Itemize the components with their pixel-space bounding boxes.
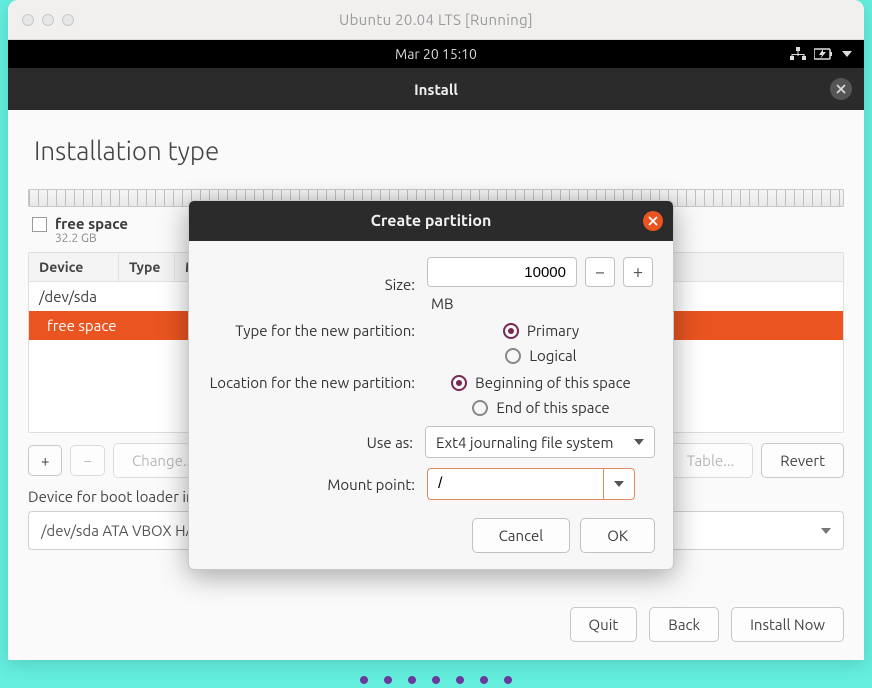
dialog-actions: Cancel OK <box>207 510 655 555</box>
installer-titlebar: Install <box>8 68 864 110</box>
useas-value: Ext4 journaling file system <box>436 434 613 451</box>
install-now-button[interactable]: Install Now <box>731 607 844 642</box>
radio-icon <box>505 348 521 364</box>
mac-traffic-lights <box>22 14 74 26</box>
host-pager-dots <box>0 676 872 684</box>
size-increment-button[interactable]: + <box>623 257 653 287</box>
add-partition-button[interactable]: + <box>28 445 62 476</box>
location-label: Location for the new partition: <box>207 374 427 391</box>
pager-dot <box>408 676 416 684</box>
topbar-status-icons[interactable] <box>790 47 852 61</box>
size-label: Size: <box>207 276 427 293</box>
location-options: Beginning of this space End of this spac… <box>427 374 655 416</box>
free-space-text: free space 32.2 GB <box>55 215 128 246</box>
create-partition-dialog: Create partition Size: − + MB Type for t… <box>188 200 674 570</box>
ok-button[interactable]: OK <box>580 518 655 553</box>
mount-control <box>427 468 655 500</box>
revert-button[interactable]: Revert <box>761 443 844 478</box>
useas-control: Ext4 journaling file system <box>425 426 655 458</box>
dialog-titlebar: Create partition <box>189 201 673 241</box>
mount-combo <box>427 468 635 500</box>
remove-partition-button[interactable]: − <box>70 445 104 476</box>
back-button[interactable]: Back <box>649 607 719 642</box>
useas-row: Use as: Ext4 journaling file system <box>207 426 655 458</box>
vm-titlebar: Ubuntu 20.04 LTS [Running] <box>8 0 864 40</box>
radio-label: Primary <box>527 322 579 339</box>
vm-window-title: Ubuntu 20.04 LTS [Running] <box>8 11 864 28</box>
mount-label: Mount point: <box>207 476 427 493</box>
pager-dot <box>384 676 392 684</box>
quit-button[interactable]: Quit <box>570 607 638 642</box>
location-row: Location for the new partition: Beginnin… <box>207 374 655 416</box>
network-icon <box>790 47 806 61</box>
installer-title: Install <box>414 81 458 98</box>
col-type[interactable]: Type <box>119 253 175 281</box>
traffic-light-zoom-icon[interactable] <box>62 14 74 26</box>
chevron-down-icon <box>634 439 644 445</box>
size-row: Size: − + MB <box>207 257 655 312</box>
installer-close-icon[interactable] <box>830 78 852 100</box>
type-primary-radio[interactable]: Primary <box>503 322 579 339</box>
partition-table-button[interactable]: Table... <box>668 443 754 478</box>
location-begin-radio[interactable]: Beginning of this space <box>451 374 631 391</box>
ubuntu-topbar: Mar 20 15:10 <box>8 40 864 68</box>
radio-label: End of this space <box>496 399 609 416</box>
chevron-down-icon <box>821 528 831 534</box>
page-title: Installation type <box>28 110 844 189</box>
chevron-down-icon <box>842 51 852 57</box>
type-label: Type for the new partition: <box>207 322 427 339</box>
pager-dot <box>456 676 464 684</box>
dialog-title: Create partition <box>371 212 492 230</box>
radio-label: Beginning of this space <box>475 374 631 391</box>
size-decrement-button[interactable]: − <box>585 257 615 287</box>
mount-row: Mount point: <box>207 468 655 500</box>
col-device[interactable]: Device <box>29 253 119 281</box>
location-end-radio[interactable]: End of this space <box>472 399 609 416</box>
footer-actions: Quit Back Install Now <box>570 607 844 642</box>
useas-label: Use as: <box>207 434 425 451</box>
mount-dropdown-button[interactable] <box>603 468 635 500</box>
pager-dot <box>480 676 488 684</box>
pager-dot <box>432 676 440 684</box>
free-space-name: free space <box>55 215 128 232</box>
type-row: Type for the new partition: Primary Logi… <box>207 322 655 364</box>
radio-icon <box>451 375 467 391</box>
size-control: − + MB <box>427 257 655 312</box>
mount-input[interactable] <box>427 468 603 500</box>
traffic-light-close-icon[interactable] <box>22 14 34 26</box>
chevron-down-icon <box>614 481 624 487</box>
dialog-close-icon[interactable] <box>643 211 663 231</box>
radio-icon <box>472 400 488 416</box>
topbar-clock: Mar 20 15:10 <box>395 46 477 62</box>
battery-icon <box>814 48 834 60</box>
radio-icon <box>503 323 519 339</box>
size-input[interactable] <box>427 257 577 287</box>
pager-dot <box>360 676 368 684</box>
useas-select[interactable]: Ext4 journaling file system <box>425 426 655 458</box>
type-logical-radio[interactable]: Logical <box>505 347 576 364</box>
traffic-light-minimize-icon[interactable] <box>42 14 54 26</box>
cancel-button[interactable]: Cancel <box>472 518 571 553</box>
pager-dot <box>504 676 512 684</box>
size-unit: MB <box>431 295 454 312</box>
free-space-size: 32.2 GB <box>55 232 128 246</box>
free-space-checkbox[interactable] <box>32 217 47 232</box>
type-options: Primary Logical <box>427 322 655 364</box>
dialog-body: Size: − + MB Type for the new partition:… <box>189 241 673 569</box>
radio-label: Logical <box>529 347 576 364</box>
